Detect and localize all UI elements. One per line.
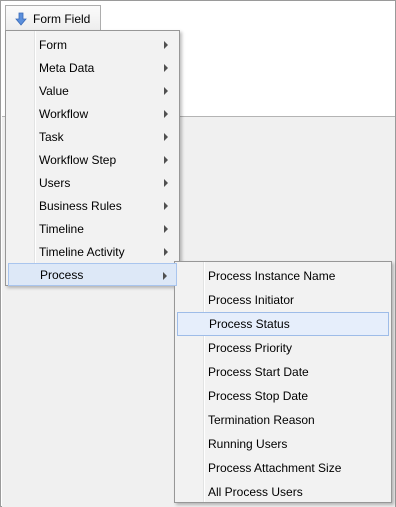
chevron-right-icon [164, 248, 168, 256]
chevron-right-icon [163, 272, 167, 280]
menu-item-label: Process [40, 267, 84, 282]
menu-item-form[interactable]: Form [8, 33, 177, 56]
menu-item-label: Business Rules [39, 198, 122, 213]
chevron-right-icon [164, 202, 168, 210]
submenu-item-process-status[interactable]: Process Status [177, 312, 389, 336]
submenu-item-label: Process Start Date [208, 365, 309, 379]
submenu-item-process-instance-name[interactable]: Process Instance Name [177, 264, 389, 288]
submenu-item-running-users[interactable]: Running Users [177, 432, 389, 456]
menu-item-business-rules[interactable]: Business Rules [8, 194, 177, 217]
menu-item-label: Workflow Step [39, 152, 117, 167]
chevron-right-icon [164, 64, 168, 72]
menu-item-workflow-step[interactable]: Workflow Step [8, 148, 177, 171]
menu-item-label: Meta Data [39, 60, 95, 75]
submenu-item-label: Termination Reason [208, 413, 315, 427]
menu-item-meta-data[interactable]: Meta Data [8, 56, 177, 79]
chevron-right-icon [164, 133, 168, 141]
submenu-item-label: Process Stop Date [208, 389, 309, 403]
chevron-right-icon [164, 87, 168, 95]
submenu-item-process-initiator[interactable]: Process Initiator [177, 288, 389, 312]
chevron-right-icon [164, 156, 168, 164]
form-field-button[interactable]: Form Field [5, 5, 101, 31]
menu-item-label: Value [39, 83, 69, 98]
chevron-right-icon [164, 110, 168, 118]
menu-item-label: Workflow [39, 106, 89, 121]
submenu-item-label: Process Status [209, 317, 290, 331]
menu-item-label: Timeline [39, 221, 84, 236]
down-arrow-icon [15, 12, 27, 26]
menu-item-users[interactable]: Users [8, 171, 177, 194]
process-submenu: Process Instance Name Process Initiator … [174, 261, 392, 503]
form-field-menu: Form Meta Data Value Workflow Task Workf… [5, 30, 180, 286]
form-field-button-label: Form Field [33, 11, 91, 26]
submenu-item-process-attachment-size[interactable]: Process Attachment Size [177, 456, 389, 480]
menu-item-process[interactable]: Process [8, 263, 177, 286]
menu-item-value[interactable]: Value [8, 79, 177, 102]
menu-item-timeline[interactable]: Timeline [8, 217, 177, 240]
submenu-item-label: Process Priority [208, 341, 293, 355]
menu-item-workflow[interactable]: Workflow [8, 102, 177, 125]
submenu-item-label: Running Users [208, 437, 288, 451]
submenu-item-process-priority[interactable]: Process Priority [177, 336, 389, 360]
submenu-item-all-process-users[interactable]: All Process Users [177, 480, 389, 504]
menu-item-label: Timeline Activity [39, 244, 125, 259]
chevron-right-icon [164, 41, 168, 49]
menu-item-timeline-activity[interactable]: Timeline Activity [8, 240, 177, 263]
submenu-item-termination-reason[interactable]: Termination Reason [177, 408, 389, 432]
menu-item-label: Task [39, 129, 64, 144]
submenu-item-label: Process Attachment Size [208, 461, 342, 475]
submenu-item-process-stop-date[interactable]: Process Stop Date [177, 384, 389, 408]
menu-item-label: Users [39, 175, 71, 190]
submenu-item-label: Process Initiator [208, 293, 295, 307]
submenu-item-process-start-date[interactable]: Process Start Date [177, 360, 389, 384]
menu-item-task[interactable]: Task [8, 125, 177, 148]
chevron-right-icon [164, 179, 168, 187]
submenu-item-label: Process Instance Name [208, 269, 336, 283]
submenu-item-label: All Process Users [208, 485, 303, 499]
chevron-right-icon [164, 225, 168, 233]
menu-item-label: Form [39, 37, 67, 52]
